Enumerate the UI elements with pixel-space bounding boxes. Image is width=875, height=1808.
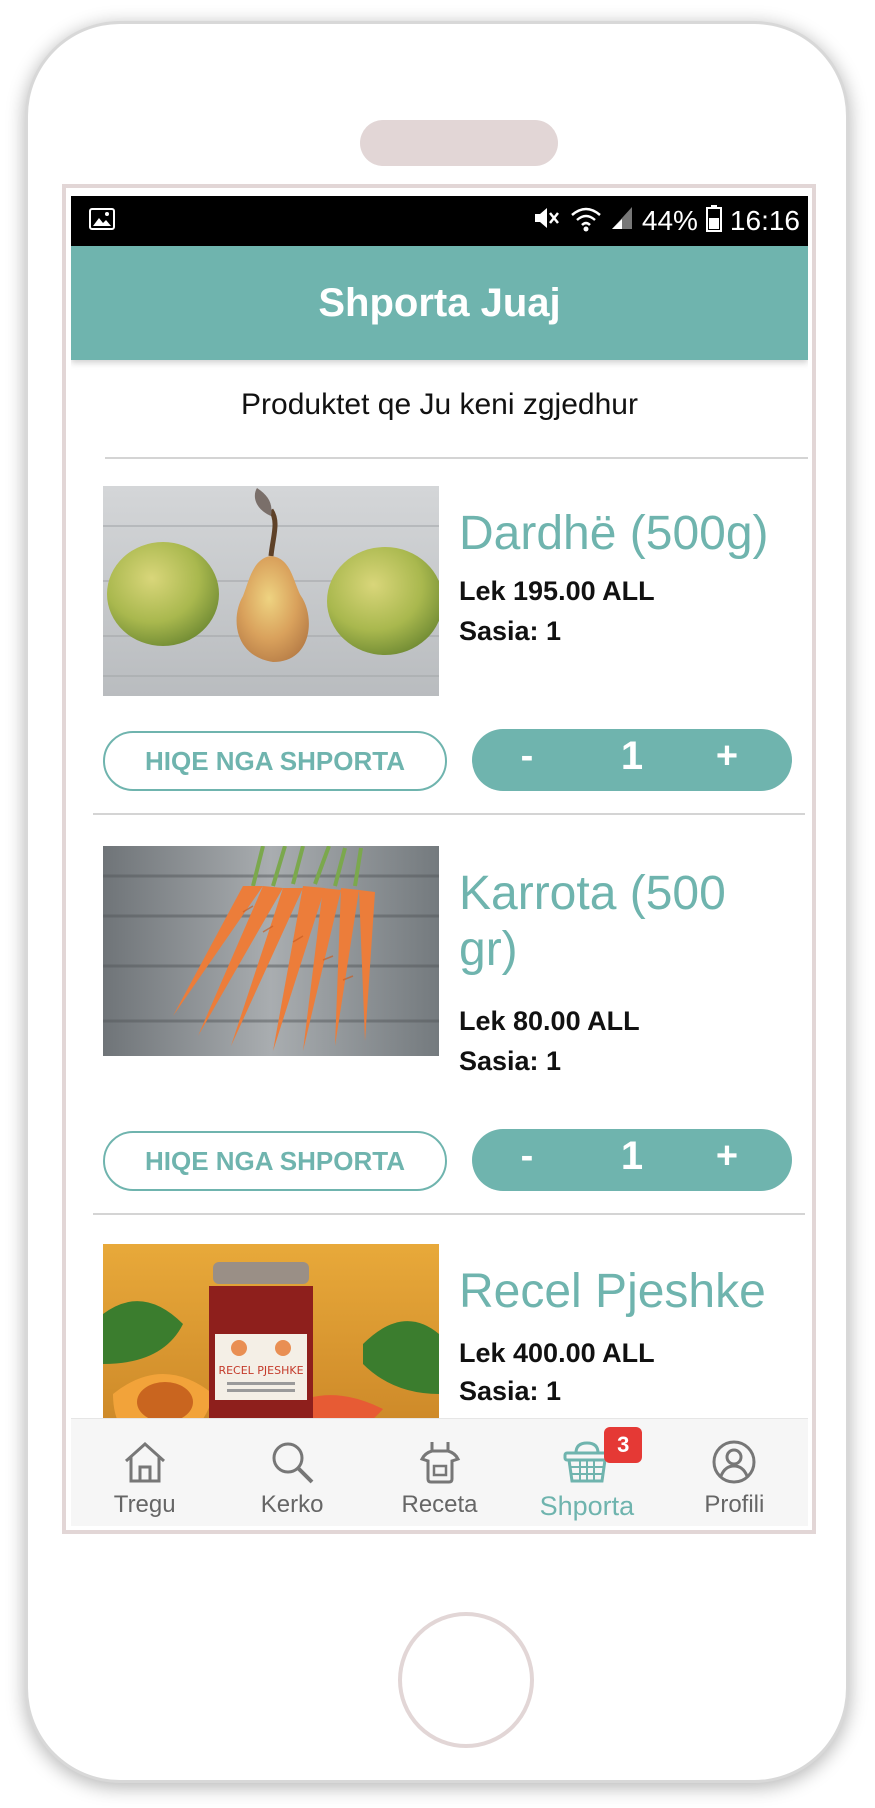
nav-label: Receta: [401, 1491, 478, 1518]
nav-item-shporta[interactable]: Shporta 3: [513, 1419, 660, 1526]
nav-item-tregu[interactable]: Tregu: [71, 1419, 218, 1526]
nav-item-kerko[interactable]: Kerko: [218, 1419, 365, 1526]
battery-icon: [705, 204, 722, 239]
nav-label: Kerko: [260, 1491, 324, 1518]
status-bar: 44% 16:16: [71, 196, 808, 246]
remove-from-cart-button[interactable]: HIQE NGA SHPORTA: [103, 1131, 447, 1191]
product-quantity-label: Sasia: 1: [459, 1376, 562, 1406]
product-price: Lek 195.00 ALL: [459, 576, 655, 606]
clock-time: 16:16: [729, 205, 800, 236]
divider: [93, 813, 805, 815]
nav-item-receta[interactable]: Receta: [366, 1419, 513, 1526]
nav-label: Shporta: [539, 1491, 635, 1521]
cart-subtitle: Produktet qe Ju keni zgjedhur: [241, 388, 638, 421]
battery-percent: 44%: [641, 205, 698, 236]
phone-speaker: [360, 120, 558, 166]
mute-icon: [532, 204, 562, 239]
product-name: Karrota (500 gr): [459, 867, 726, 976]
product-image-pears: [103, 486, 439, 696]
product-name: Recel Pjeshke: [459, 1265, 766, 1318]
gallery-notification-icon: [89, 207, 115, 235]
nav-item-profili[interactable]: Profili: [661, 1419, 808, 1526]
cart-count-badge: 3: [604, 1427, 643, 1463]
quantity-stepper: - 1 +: [472, 1129, 792, 1191]
product-quantity-label: Sasia: 1: [459, 616, 562, 646]
cellular-signal-icon: [610, 205, 634, 238]
wifi-icon: [570, 204, 602, 239]
product-price: Lek 400.00 ALL: [459, 1338, 655, 1368]
phone-home-button[interactable]: [398, 1612, 534, 1748]
bottom-navigation: Tregu Kerko Receta Shporta 3 Profili: [71, 1418, 808, 1526]
nav-label: Tregu: [113, 1491, 176, 1518]
quantity-value: 1: [620, 734, 644, 778]
increase-quantity-button[interactable]: +: [712, 1135, 742, 1178]
jar-label: RECEL PJESHKE: [218, 1364, 303, 1377]
product-price: Lek 80.00 ALL: [459, 1006, 640, 1036]
increase-quantity-button[interactable]: +: [712, 735, 742, 778]
quantity-value: 1: [620, 1134, 644, 1178]
remove-from-cart-button[interactable]: HIQE NGA SHPORTA: [103, 731, 447, 791]
product-image-carrots: [103, 846, 439, 1056]
app-bar: Shporta Juaj: [71, 246, 808, 360]
profile-icon: [711, 1437, 757, 1487]
decrease-quantity-button[interactable]: -: [512, 1135, 542, 1178]
decrease-quantity-button[interactable]: -: [512, 735, 542, 778]
divider: [105, 457, 808, 459]
page-title: Shporta Juaj: [318, 280, 561, 325]
quantity-stepper: - 1 +: [472, 729, 792, 791]
nav-label: Profili: [704, 1491, 765, 1518]
home-icon: [122, 1437, 168, 1487]
product-quantity-label: Sasia: 1: [459, 1046, 562, 1076]
divider: [93, 1213, 805, 1215]
apron-icon: [417, 1437, 463, 1487]
app-screen: 44% 16:16 Shporta Juaj Produktet qe Ju k…: [71, 196, 808, 1526]
product-name: Dardhë (500g): [459, 507, 769, 560]
search-icon: [269, 1437, 315, 1487]
